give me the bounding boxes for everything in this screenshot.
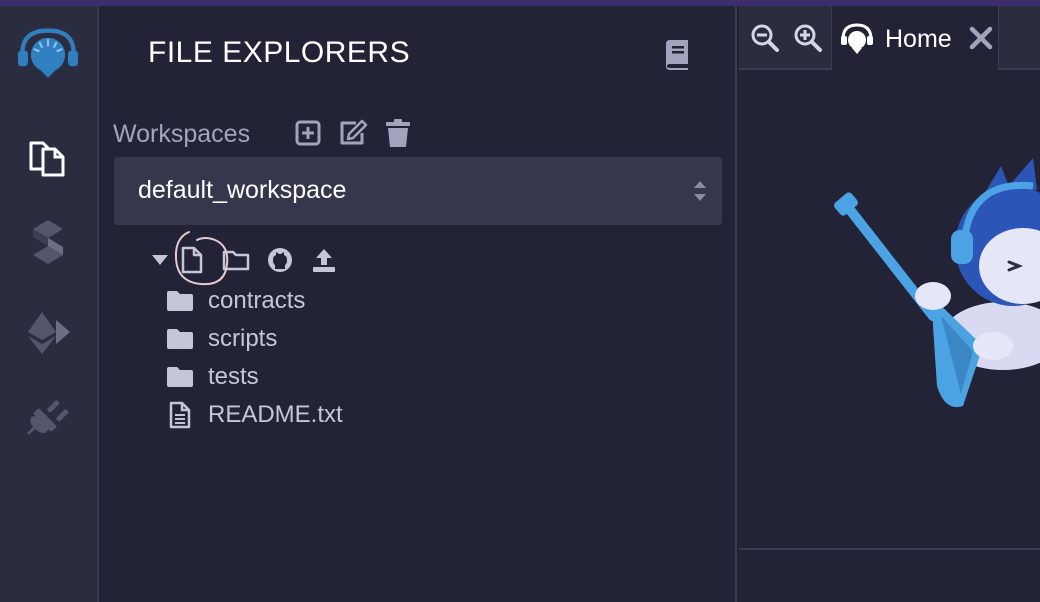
remix-mascot-illustration [834,158,1040,408]
icon-rail [0,6,99,602]
file-tree: contracts scripts tests README.txt [165,282,343,434]
workspaces-label: Workspaces [113,120,251,148]
panel-title: FILE EXPLORERS [148,36,411,69]
tree-folder-scripts[interactable]: scripts [165,320,343,358]
upload-icon[interactable] [309,244,339,276]
zoom-out-icon[interactable] [751,24,779,52]
ethereum-deploy-icon[interactable] [18,302,78,362]
file-explorers-panel: FILE EXPLORERS Workspaces default_worksp… [101,6,737,602]
remix-home-icon [840,22,874,56]
remix-logo-icon[interactable] [18,22,78,82]
zoom-in-icon[interactable] [794,24,822,52]
tree-item-label: contracts [208,287,306,314]
tree-item-label: README.txt [208,401,343,428]
folder-icon [165,286,195,316]
workspace-actions [293,118,413,148]
workspace-select[interactable]: default_workspace [114,157,722,225]
file-explorer-icon[interactable] [18,126,78,186]
select-caret-icon [692,177,708,205]
workspace-select-value: default_workspace [138,176,347,204]
solidity-compiler-icon[interactable] [18,212,78,272]
folder-icon [165,324,195,354]
close-icon[interactable] [969,26,993,50]
tab-home-label: Home [885,25,952,53]
tree-file-readme[interactable]: README.txt [165,396,343,434]
folder-icon [165,362,195,392]
create-workspace-icon[interactable] [293,118,323,148]
rename-workspace-icon[interactable] [338,118,368,148]
tree-item-label: tests [208,363,259,390]
documentation-icon[interactable] [663,40,691,70]
collapse-caret-icon[interactable] [151,244,169,276]
text-file-icon [165,400,195,430]
panel-divider [739,548,1040,550]
delete-workspace-icon[interactable] [383,118,413,148]
plugin-manager-icon[interactable] [18,388,78,448]
tree-item-label: scripts [208,325,278,352]
tree-folder-tests[interactable]: tests [165,358,343,396]
annotation-circle [174,231,229,286]
main-content: Home [739,6,1040,602]
github-icon[interactable] [265,244,295,276]
tab-bar: Home [739,6,1040,70]
tab-home[interactable]: Home [831,6,999,70]
